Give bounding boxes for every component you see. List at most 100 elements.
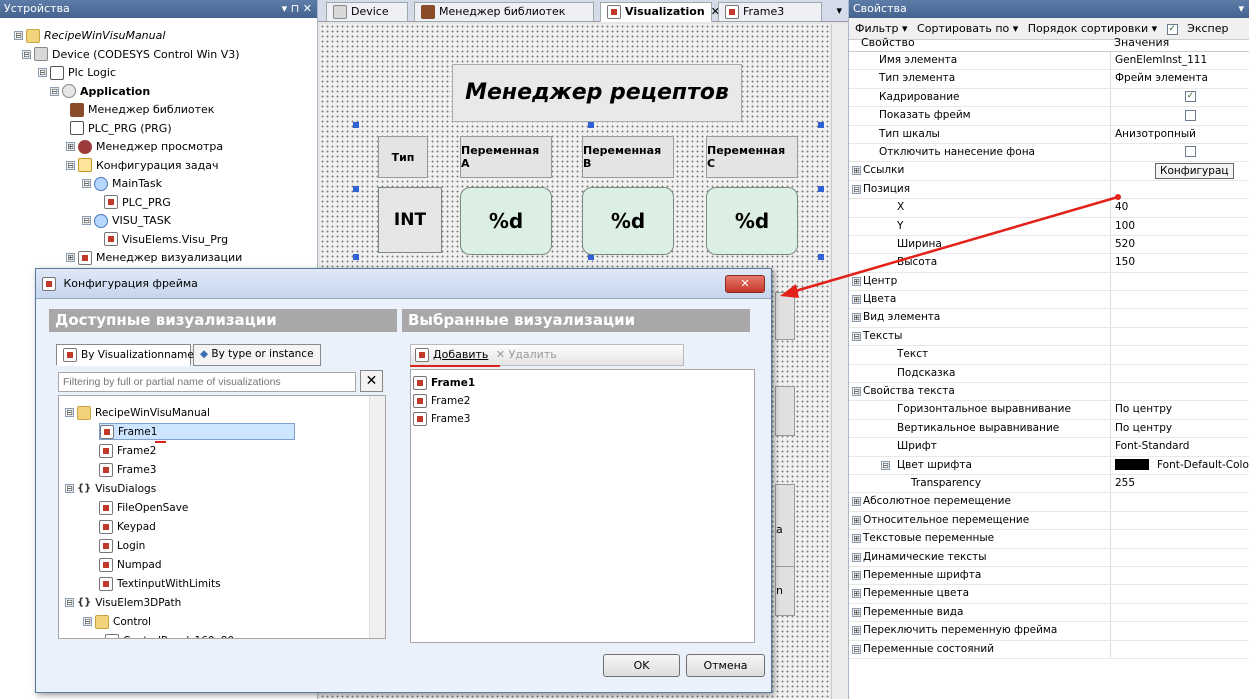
property-row[interactable]: ⊞ Переменные вида	[849, 603, 1249, 623]
property-row[interactable]: Показать фрейм	[849, 107, 1249, 126]
tree-expander-icon[interactable]: ⊟	[66, 160, 75, 170]
property-value[interactable]: Font-Standard	[1110, 438, 1249, 456]
device-tree-item[interactable]: ⊞ Менеджер визуализации	[66, 249, 242, 266]
property-value[interactable]	[1110, 530, 1249, 548]
property-row[interactable]: ⊞ Ссылки Конфигурац	[849, 162, 1249, 181]
property-row[interactable]: Высота 150	[849, 254, 1249, 273]
selection-handle[interactable]	[818, 186, 824, 192]
property-value[interactable]: Анизотропный	[1110, 125, 1249, 143]
device-tree-item[interactable]: Менеджер библиотек	[70, 101, 214, 118]
property-value[interactable]: 255	[1110, 474, 1249, 493]
property-value[interactable]: 150	[1110, 254, 1249, 272]
property-value[interactable]	[1110, 143, 1249, 162]
property-row[interactable]: ⊞ Абсолютное перемещение	[849, 493, 1249, 512]
property-row[interactable]: ⊞ Переменные цвета	[849, 585, 1249, 604]
tree-expander-icon[interactable]: ⊟	[82, 216, 91, 225]
header-variable-c[interactable]: Переменная C	[706, 136, 798, 178]
visualization-tree-item[interactable]: ControlPanel_160x80	[105, 632, 234, 638]
header-variable-a[interactable]: Переменная A	[460, 136, 552, 178]
value-variable-b[interactable]: %d	[582, 187, 674, 255]
property-row[interactable]: Y 100	[849, 217, 1249, 236]
property-row[interactable]: Горизонтальное выравнивание По центру	[849, 401, 1249, 420]
visualization-tree-item[interactable]: TextinputWithLimits	[99, 575, 221, 592]
property-value[interactable]	[1110, 364, 1249, 383]
value-variable-a[interactable]: %d	[460, 187, 552, 255]
value-variable-c[interactable]: %d	[706, 187, 798, 255]
property-row[interactable]: Подсказка	[849, 364, 1249, 384]
property-value[interactable]: Конфигурац	[1110, 162, 1249, 180]
property-row[interactable]: Ширина 520	[849, 235, 1249, 255]
property-value[interactable]: 100	[1110, 217, 1249, 235]
property-row[interactable]: Кадрирование ✓	[849, 88, 1249, 108]
remove-button[interactable]: ✕ Удалить	[496, 348, 557, 361]
tree-expander-icon[interactable]: ⊟	[65, 484, 74, 493]
visualization-tree-item[interactable]: FileOpenSave	[99, 499, 188, 516]
selection-handle[interactable]	[588, 122, 594, 128]
property-row[interactable]: ⊟ Переменные состояний	[849, 640, 1249, 659]
selected-visualizations-list[interactable]: Frame1 Frame2 Frame3	[410, 369, 755, 643]
selected-visualization-item[interactable]: Frame2	[413, 392, 470, 409]
tree-expander-icon[interactable]: ⊞	[66, 253, 75, 262]
property-value[interactable]	[1110, 291, 1249, 309]
property-row[interactable]: Вертикальное выравнивание По центру	[849, 419, 1249, 439]
visualization-tree-item[interactable]: Frame1	[99, 423, 295, 440]
property-value[interactable]	[1110, 603, 1249, 622]
selection-handle[interactable]	[353, 122, 359, 128]
editor-tab[interactable]: Device	[326, 2, 408, 22]
property-value[interactable]	[1110, 640, 1249, 658]
device-tree-item[interactable]: ⊟ Plc Logic	[38, 64, 116, 81]
property-value[interactable]	[1110, 622, 1249, 640]
editor-vertical-scrollbar[interactable]	[831, 24, 848, 699]
visualization-tree-item[interactable]: ⊟{} VisuDialogs	[65, 480, 156, 497]
property-value[interactable]: GenElemInst_111	[1110, 52, 1249, 70]
property-value[interactable]	[1110, 107, 1249, 125]
add-button[interactable]: Добавить	[415, 348, 488, 362]
editor-tab[interactable]: Frame3	[718, 2, 822, 22]
device-tree-item[interactable]: VisuElems.Visu_Prg	[104, 231, 228, 248]
editor-tab[interactable]: Менеджер библиотек	[414, 2, 594, 22]
selection-handle[interactable]	[818, 254, 824, 260]
property-row[interactable]: Имя элемента GenElemInst_111	[849, 52, 1249, 71]
property-value[interactable]: По центру	[1110, 401, 1249, 419]
ok-button[interactable]: OK	[603, 654, 680, 677]
property-row[interactable]: Тип элемента Фрейм элемента	[849, 70, 1249, 89]
property-checkbox[interactable]	[1185, 109, 1196, 121]
expert-checkbox[interactable]: ✓	[1166, 23, 1178, 35]
canvas-element[interactable]	[775, 292, 795, 340]
device-tree-item[interactable]: ⊟ VISU_TASK	[82, 212, 171, 229]
property-value[interactable]	[1110, 309, 1249, 327]
property-value[interactable]	[1110, 327, 1249, 346]
tree-expander-icon[interactable]: ⊟	[83, 617, 92, 626]
tree-expander-icon[interactable]: ⊟	[50, 86, 59, 96]
property-value[interactable]	[1110, 566, 1249, 585]
property-row[interactable]: ⊞ Переменные шрифта	[849, 566, 1249, 586]
editor-tab[interactable]: Visualization ✕	[600, 2, 720, 22]
property-value[interactable]: 40	[1110, 199, 1249, 217]
tree-expander-icon[interactable]: ⊟	[22, 49, 31, 59]
property-value[interactable]: Фрейм элемента	[1110, 70, 1249, 88]
visualization-tree-item[interactable]: ⊟ RecipeWinVisuManual	[65, 404, 210, 421]
header-variable-b[interactable]: Переменная B	[582, 136, 674, 178]
configure-button[interactable]: Конфигурац	[1155, 163, 1234, 180]
device-tree-item[interactable]: ⊞ Менеджер просмотра	[66, 138, 223, 155]
property-value[interactable]: 520	[1110, 235, 1249, 254]
panel-window-controls[interactable]: ▾ ⊓ ✕	[282, 2, 312, 15]
property-row[interactable]: Текст	[849, 346, 1249, 365]
property-row[interactable]: Отключить нанесение фона	[849, 143, 1249, 163]
device-tree-item[interactable]: ⊟ Конфигурация задач	[66, 157, 218, 174]
tab-by-visualization-name[interactable]: By Visualizationname	[56, 344, 194, 366]
clear-filter-button[interactable]: ✕	[360, 370, 383, 392]
property-row[interactable]: ⊟ Свойства текста	[849, 383, 1249, 402]
property-row[interactable]: ⊞ Относительное перемещение	[849, 511, 1249, 531]
available-visualizations-tree[interactable]: ⊟ RecipeWinVisuManual Frame1 Frame2 Frame3 ⊟{…	[58, 395, 386, 639]
tree-vertical-scrollbar[interactable]	[369, 396, 385, 638]
property-row[interactable]: ⊞ Текстовые переменные	[849, 530, 1249, 549]
property-row[interactable]: ⊟ Позиция	[849, 180, 1249, 200]
selection-handle[interactable]	[818, 122, 824, 128]
selected-visualization-item[interactable]: Frame3	[413, 410, 470, 427]
device-tree-item[interactable]: ⊟ Application	[50, 83, 150, 100]
dialog-close-button[interactable]: ✕	[725, 275, 765, 293]
selection-handle[interactable]	[353, 254, 359, 260]
property-value[interactable]	[1110, 272, 1249, 291]
property-value[interactable]: Font-Default-Color	[1110, 456, 1249, 474]
